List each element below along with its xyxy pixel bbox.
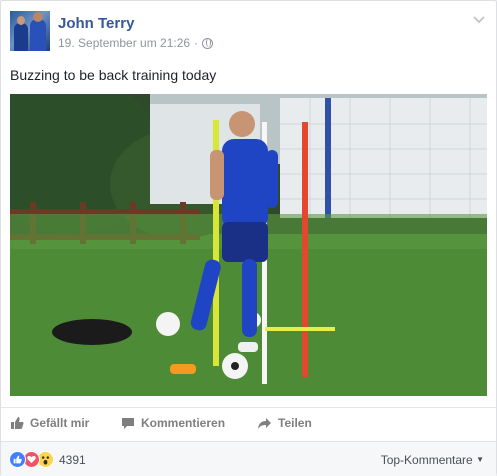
comment-sort-dropdown[interactable]: Top-Kommentare ▼ [381, 453, 484, 467]
chevron-down-icon[interactable] [472, 13, 486, 27]
globe-icon [202, 37, 214, 49]
post-header: John Terry 19. September um 21:26 · [10, 11, 486, 55]
like-reaction-icon [9, 451, 26, 468]
post-card: John Terry 19. September um 21:26 · Buzz… [0, 0, 497, 476]
comment-icon [122, 417, 134, 429]
meta-separator: · [194, 36, 199, 50]
caret-down-icon: ▼ [476, 455, 484, 464]
comment-button[interactable]: Kommentieren [121, 416, 225, 430]
like-button[interactable]: Gefällt mir [10, 416, 89, 430]
post-actions: Gefällt mir Kommentieren Teilen [1, 407, 496, 441]
post-meta: 19. September um 21:26 · [58, 36, 214, 50]
share-icon [258, 417, 271, 429]
post-timestamp[interactable]: 19. September um 21:26 [58, 36, 190, 50]
reactions-bar: 4391 Top-Kommentare ▼ [1, 441, 496, 476]
share-label: Teilen [278, 416, 312, 430]
post-text: Buzzing to be back training today [10, 67, 217, 83]
comment-label: Kommentieren [141, 416, 226, 430]
share-button[interactable]: Teilen [257, 416, 312, 430]
like-label: Gefällt mir [30, 416, 90, 430]
reaction-count: 4391 [59, 452, 86, 467]
author-name[interactable]: John Terry [58, 15, 134, 32]
training-photo[interactable] [10, 94, 487, 396]
author-avatar[interactable] [10, 11, 50, 51]
thumbs-up-icon [11, 417, 24, 429]
sort-label: Top-Kommentare [380, 453, 473, 467]
reaction-summary[interactable]: 4391 [9, 451, 86, 468]
